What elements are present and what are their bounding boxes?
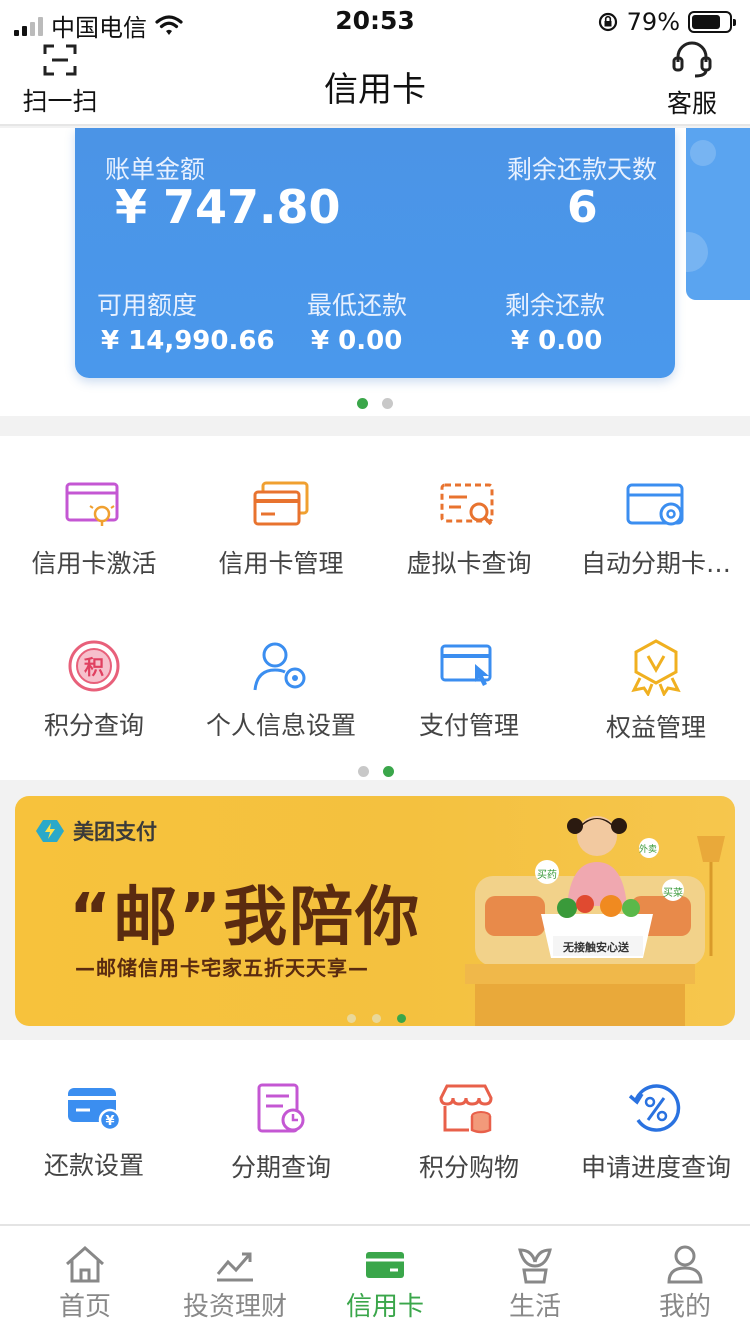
menu-item-points-shopping[interactable]: 积分购物 [375, 1082, 563, 1184]
banner-box-text: 无接触安心送 [563, 941, 629, 954]
function-grid-secondary: ¥ 还款设置 分期查询 积分购物 申请进度查询 [0, 1040, 750, 1226]
tab-label: 信用卡 [345, 1292, 424, 1322]
banner-pager-dots [347, 1014, 406, 1023]
repayment-settings-icon: ¥ [68, 1088, 122, 1132]
menu-item-installment-query[interactable]: 分期查询 [187, 1082, 375, 1184]
banner-tag-medicine: 买药 [537, 870, 557, 881]
menu-item-label: 申请进度查询 [580, 1153, 731, 1182]
headset-icon [672, 41, 712, 78]
home-icon [66, 1245, 104, 1283]
minimum-payment-label: 最低还款 [307, 291, 408, 320]
svg-text:积: 积 [84, 655, 104, 679]
pager-dot [382, 398, 393, 409]
menu-item-label: 还款设置 [43, 1151, 144, 1180]
menu-item-card-activate[interactable]: 信用卡激活 [0, 480, 188, 580]
application-progress-icon [628, 1084, 681, 1132]
credit-card-icon [366, 1252, 404, 1278]
card-activate-icon [65, 482, 119, 526]
menu-item-auto-installment[interactable]: 自动分期卡… [562, 480, 750, 580]
banner-subtitle: —邮储信用卡宅家五折天天享— [75, 956, 369, 980]
banner-brand-label: 美团支付 [73, 820, 157, 844]
page-title: 信用卡 [324, 70, 426, 110]
menu-item-label: 支付管理 [418, 711, 519, 740]
meituan-pay-logo-icon [36, 820, 64, 842]
available-credit-label: 可用额度 [97, 291, 198, 320]
bottom-tab-bar: 首页 投资理财 信用卡 生活 我的 [0, 1224, 750, 1334]
tab-label: 我的 [658, 1292, 711, 1322]
remaining-payment-value: ¥ 0.00 [511, 326, 603, 356]
menu-item-label: 权益管理 [605, 713, 706, 742]
banner-title: “邮”我陪你 [69, 881, 422, 955]
remaining-payment-label: 剩余还款 [505, 291, 606, 320]
menu-item-label: 积分查询 [43, 711, 144, 740]
battery-percent: 79% [626, 8, 680, 36]
days-remaining-label: 剩余还款天数 [506, 155, 657, 184]
pager-dot [372, 1014, 381, 1023]
pager-dot [357, 398, 368, 409]
bill-amount-value: ¥ 747.80 [115, 180, 341, 234]
credit-card-summary[interactable]: 账单金额 ¥ 747.80 剩余还款天数 6 可用额度 ¥ 14,990.66 … [75, 128, 675, 378]
menu-item-repayment-settings[interactable]: ¥ 还款设置 [0, 1082, 188, 1182]
pager-dot [347, 1014, 356, 1023]
tab-credit-card[interactable]: 信用卡 [310, 1244, 460, 1323]
card-manage-icon [253, 481, 309, 526]
menu-item-benefits-manage[interactable]: 权益管理 [562, 638, 750, 744]
menu-item-label: 虚拟卡查询 [406, 549, 532, 578]
menu-item-label: 个人信息设置 [205, 711, 356, 740]
svg-text:¥: ¥ [105, 1114, 114, 1129]
tab-label: 投资理财 [182, 1292, 287, 1322]
customer-service-button[interactable]: 客服 [662, 40, 722, 120]
minimum-payment-value: ¥ 0.00 [311, 326, 403, 356]
pager-dot [383, 766, 394, 777]
menu-item-label: 分期查询 [230, 1153, 331, 1182]
tab-life[interactable]: 生活 [460, 1244, 610, 1323]
menu-item-payment-manage[interactable]: 支付管理 [375, 638, 563, 742]
virtual-card-search-icon [440, 483, 494, 526]
menu-item-label: 自动分期卡… [580, 549, 731, 578]
menu-item-label: 信用卡管理 [218, 549, 344, 578]
tab-label: 首页 [58, 1292, 111, 1322]
customer-service-label: 客服 [666, 89, 717, 118]
life-sprout-icon [518, 1248, 552, 1284]
tab-profile[interactable]: 我的 [610, 1244, 750, 1323]
card-carousel[interactable]: 账单金额 ¥ 747.80 剩余还款天数 6 可用额度 ¥ 14,990.66 … [0, 128, 750, 416]
menu-item-card-manage[interactable]: 信用卡管理 [187, 480, 375, 580]
banner-tag-takeout: 外卖 [639, 845, 658, 855]
personal-info-settings-icon [253, 642, 306, 691]
card-pager-dots [357, 398, 393, 409]
nav-bar: 扫一扫 信用卡 客服 [0, 40, 750, 126]
menu-item-application-progress[interactable]: 申请进度查询 [562, 1082, 750, 1184]
menu-item-points-query[interactable]: 积 积分查询 [0, 638, 188, 742]
days-remaining-value: 6 [567, 182, 598, 233]
banner-brand: 美团支付 [35, 816, 157, 846]
profile-icon [667, 1245, 703, 1284]
points-query-icon: 积 [68, 640, 120, 692]
menu-item-virtual-card[interactable]: 虚拟卡查询 [375, 480, 563, 580]
banner-illustration [465, 816, 725, 1026]
payment-manage-icon [440, 644, 492, 686]
menu-pager-dots [358, 766, 394, 777]
battery-icon [688, 11, 736, 33]
auto-installment-card-icon [626, 483, 684, 526]
pager-dot [397, 1014, 406, 1023]
menu-item-label: 信用卡激活 [31, 549, 157, 578]
promo-banner[interactable]: 美团支付 “邮”我陪你 —邮储信用卡宅家五折天天享— 买药 外卖 买菜 无接触安… [15, 796, 735, 1026]
tab-investment[interactable]: 投资理财 [160, 1244, 310, 1323]
status-bar: 中国电信 20:53 79% [0, 0, 750, 42]
function-grid: 信用卡激活 信用卡管理 虚拟卡查询 自动分期卡… 积 积分查询 个人信息设置 支… [0, 436, 750, 780]
tab-home[interactable]: 首页 [10, 1244, 160, 1323]
available-credit-value: ¥ 14,990.66 [101, 326, 275, 356]
investment-icon [216, 1252, 253, 1282]
tab-label: 生活 [508, 1292, 561, 1322]
next-card-preview[interactable] [686, 128, 750, 300]
benefits-manage-icon [631, 639, 681, 696]
menu-item-personal-info[interactable]: 个人信息设置 [187, 638, 375, 742]
installment-query-icon [257, 1083, 305, 1133]
pager-dot [358, 766, 369, 777]
promo-banner-section: 美团支付 “邮”我陪你 —邮储信用卡宅家五折天天享— 买药 外卖 买菜 无接触安… [0, 780, 750, 1040]
orientation-lock-icon [598, 12, 617, 32]
banner-tag-groceries: 买菜 [663, 888, 683, 899]
menu-item-label: 积分购物 [418, 1153, 519, 1182]
points-shopping-icon [439, 1084, 493, 1134]
